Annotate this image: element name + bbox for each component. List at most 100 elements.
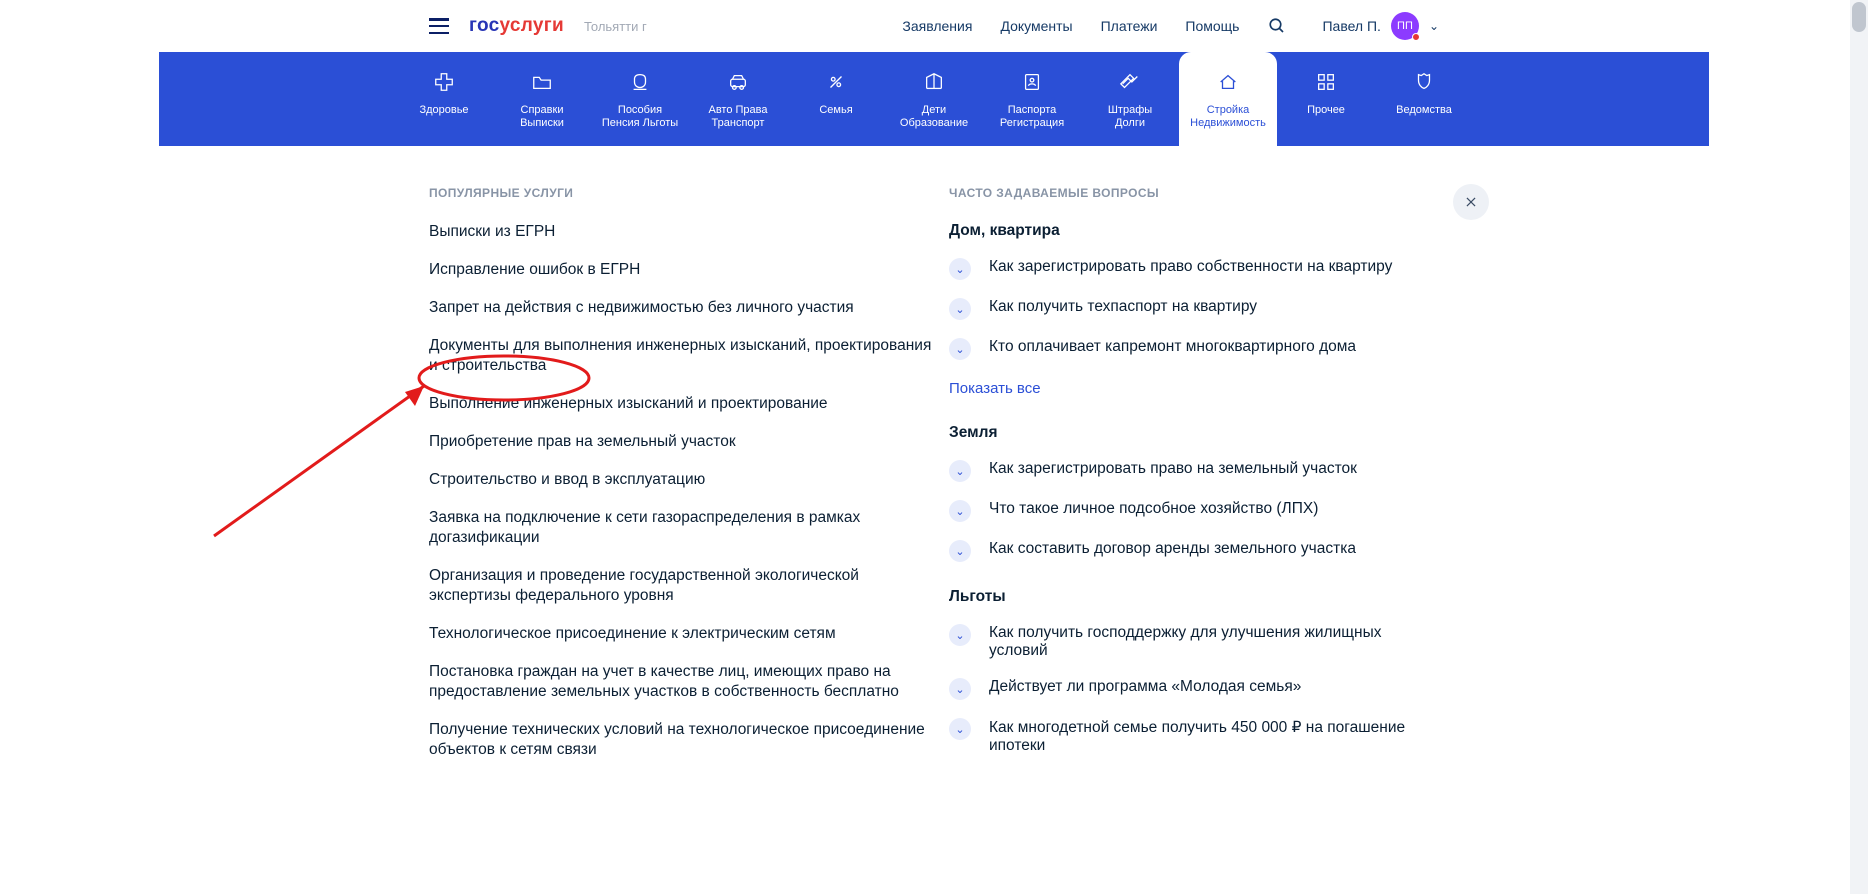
- chevron-down-icon: ⌄: [949, 258, 971, 280]
- category-icon: [689, 70, 787, 94]
- faq-item[interactable]: ⌄Кто оплачивает капремонт многоквартирно…: [949, 338, 1429, 360]
- category-icon: [983, 70, 1081, 94]
- faq-item-label: Как получить господдержку для улучшения …: [989, 624, 1429, 660]
- category-label: Справки Выписки: [493, 104, 591, 130]
- faq-item-label: Кто оплачивает капремонт многоквартирног…: [989, 338, 1356, 356]
- category-icon: [1179, 70, 1277, 94]
- faq-item[interactable]: ⌄ Как зарегистрировать право на земельный…: [949, 460, 1429, 482]
- category-tab[interactable]: Авто Права Транспорт: [689, 52, 787, 146]
- category-icon: [591, 70, 689, 94]
- user-name: Павел П.: [1322, 18, 1380, 34]
- scrollbar-thumb[interactable]: [1852, 2, 1866, 32]
- menu-icon[interactable]: [429, 18, 449, 34]
- category-tab[interactable]: Стройка Недвижимость: [1179, 52, 1277, 146]
- service-link[interactable]: Строительство и ввод в эксплуатацию: [429, 470, 939, 490]
- category-label: Стройка Недвижимость: [1179, 104, 1277, 130]
- category-icon: [1277, 70, 1375, 94]
- service-link[interactable]: Документы для выполнения инженерных изыс…: [429, 336, 939, 376]
- faq-item-label: Действует ли программа «Молодая семья»: [989, 678, 1301, 696]
- category-tab[interactable]: Пособия Пенсия Льготы: [591, 52, 689, 146]
- category-label: Прочее: [1277, 104, 1375, 117]
- faq-item-label: Как получить техпаспорт на квартиру: [989, 298, 1257, 316]
- faq-group-title: Дом, квартира: [949, 222, 1429, 240]
- faq-item[interactable]: ⌄ Как зарегистрировать право собственност…: [949, 258, 1429, 280]
- faq-item-label: Что такое личное подсобное хозяйство (ЛП…: [989, 500, 1318, 518]
- faq-item-label: Как составить договор аренды земельного …: [989, 540, 1356, 558]
- category-label: Пособия Пенсия Льготы: [591, 104, 689, 130]
- content: ПОПУЛЯРНЫЕ УСЛУГИ Выписки из ЕГРН Исправл…: [159, 146, 1709, 821]
- chevron-down-icon: ⌄: [949, 298, 971, 320]
- category-icon: [885, 70, 983, 94]
- category-tab[interactable]: Паспорта Регистрация: [983, 52, 1081, 146]
- faq-item[interactable]: ⌄ Как получить господдержку для улучшения…: [949, 624, 1429, 660]
- logo[interactable]: госуслуги: [469, 15, 564, 37]
- section-title: ПОПУЛЯРНЫЕ УСЛУГИ: [429, 186, 939, 200]
- category-tab[interactable]: Справки Выписки: [493, 52, 591, 146]
- category-tab[interactable]: Дети Образование: [885, 52, 983, 146]
- service-link[interactable]: Выполнение инженерных изысканий и проект…: [429, 394, 939, 414]
- faq-item-label: Как зарегистрировать право собственности…: [989, 258, 1392, 276]
- service-link[interactable]: Выписки из ЕГРН: [429, 222, 939, 242]
- avatar: ПП: [1391, 12, 1419, 40]
- user-menu[interactable]: Павел П. ПП ⌄: [1322, 12, 1439, 40]
- faq-item[interactable]: ⌄ Как получить техпаспорт на квартиру: [949, 298, 1429, 320]
- category-bar: ЗдоровьеСправки ВыпискиПособия Пенсия Ль…: [159, 52, 1709, 146]
- nav-link[interactable]: Документы: [1000, 18, 1072, 34]
- category-label: Штрафы Долги: [1081, 104, 1179, 130]
- service-link[interactable]: Получение технических условий на техноло…: [429, 720, 939, 760]
- chevron-down-icon: ⌄: [949, 540, 971, 562]
- category-icon: [1081, 70, 1179, 94]
- faq-item[interactable]: ⌄ Что такое личное подсобное хозяйство (Л…: [949, 500, 1429, 522]
- service-link[interactable]: Запрет на действия с недвижимостью без л…: [429, 298, 939, 318]
- scrollbar-track: [1850, 0, 1868, 894]
- category-icon: [395, 70, 493, 94]
- category-tab[interactable]: Семья: [787, 52, 885, 146]
- popular-services: ПОПУЛЯРНЫЕ УСЛУГИ Выписки из ЕГРН Исправл…: [429, 186, 939, 781]
- service-link[interactable]: Заявка на подключение к сети газораспред…: [429, 508, 939, 548]
- nav-link[interactable]: Платежи: [1101, 18, 1158, 34]
- faq-item-label: Как зарегистрировать право на земельный …: [989, 460, 1357, 478]
- faq-section: ЧАСТО ЗАДАВАЕМЫЕ ВОПРОСЫ Дом, квартира⌄К…: [949, 186, 1429, 781]
- service-link[interactable]: Технологическое присоединение к электрич…: [429, 624, 939, 644]
- service-link[interactable]: Приобретение прав на земельный участок: [429, 432, 939, 452]
- header: госуслуги Тольятти г Заявления Документы…: [159, 0, 1709, 52]
- notification-dot-icon: [1412, 33, 1420, 41]
- chevron-down-icon: ⌄: [949, 718, 971, 740]
- category-label: Здоровье: [395, 104, 493, 117]
- category-label: Дети Образование: [885, 104, 983, 130]
- category-tab[interactable]: Штрафы Долги: [1081, 52, 1179, 146]
- service-link[interactable]: Исправление ошибок в ЕГРН: [429, 260, 939, 280]
- region-label[interactable]: Тольятти г: [584, 19, 647, 34]
- chevron-down-icon: ⌄: [1429, 19, 1439, 33]
- nav-link[interactable]: Помощь: [1185, 18, 1239, 34]
- service-link[interactable]: Организация и проведение государственной…: [429, 566, 939, 606]
- chevron-down-icon: ⌄: [949, 678, 971, 700]
- category-icon: [787, 70, 885, 94]
- show-all-link[interactable]: Показать все: [949, 380, 1041, 397]
- logo-text-blue: гос: [469, 15, 500, 36]
- faq-group: Дом, квартира ⌄ Как зарегистрировать право…: [949, 222, 1429, 398]
- section-title: ЧАСТО ЗАДАВАЕМЫЕ ВОПРОСЫ: [949, 186, 1429, 200]
- faq-group-title: Земля: [949, 424, 1429, 442]
- faq-item-label: Как многодетной семье получить 450 000 ₽…: [989, 718, 1429, 755]
- avatar-initials: ПП: [1397, 20, 1413, 32]
- close-button[interactable]: [1453, 184, 1489, 220]
- category-tab[interactable]: Прочее: [1277, 52, 1375, 146]
- faq-item[interactable]: ⌄ Действует ли программа «Молодая семья»: [949, 678, 1429, 700]
- nav-link[interactable]: Заявления: [902, 18, 972, 34]
- service-link[interactable]: Постановка граждан на учет в качестве ли…: [429, 662, 939, 702]
- category-label: Паспорта Регистрация: [983, 104, 1081, 130]
- category-label: Авто Права Транспорт: [689, 104, 787, 130]
- category-tab[interactable]: Ведомства: [1375, 52, 1473, 146]
- chevron-down-icon: ⌄: [949, 500, 971, 522]
- faq-item[interactable]: ⌄ Как многодетной семье получить 450 000 …: [949, 718, 1429, 755]
- search-icon[interactable]: [1267, 16, 1287, 36]
- category-icon: [1375, 70, 1473, 94]
- logo-text-red: услуги: [500, 15, 564, 36]
- faq-group: Льготы⌄Как получить господдержку для улу…: [949, 588, 1429, 755]
- faq-item[interactable]: ⌄ Как составить договор аренды земельного…: [949, 540, 1429, 562]
- chevron-down-icon: ⌄: [949, 460, 971, 482]
- chevron-down-icon: ⌄: [949, 624, 971, 646]
- category-label: Ведомства: [1375, 104, 1473, 117]
- category-tab[interactable]: Здоровье: [395, 52, 493, 146]
